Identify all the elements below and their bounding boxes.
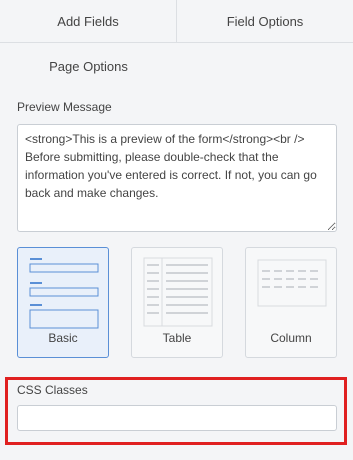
tab-page-options[interactable]: Page Options [0, 44, 177, 88]
layout-basic-label: Basic [48, 331, 78, 345]
tab-add-fields[interactable]: Add Fields [0, 0, 177, 43]
layout-table-option[interactable]: Table [131, 247, 223, 358]
table-layout-icon [143, 257, 213, 327]
preview-message-textarea[interactable]: <strong>This is a preview of the form</s… [17, 124, 337, 232]
basic-layout-icon [29, 258, 99, 329]
layout-column-option[interactable]: Column [245, 247, 337, 358]
tab-field-options[interactable]: Field Options [177, 0, 353, 43]
layout-table-label: Table [162, 331, 192, 345]
column-layout-icon [257, 259, 327, 307]
preview-message-label: Preview Message [17, 100, 112, 114]
layout-column-label: Column [270, 331, 312, 345]
panel-tabs: Add Fields Field Options Page Options [0, 0, 353, 88]
layout-basic-option[interactable]: Basic [17, 247, 109, 358]
css-classes-input[interactable] [17, 405, 337, 431]
css-classes-label: CSS Classes [17, 383, 88, 397]
layout-options: Basic Table Column [17, 247, 337, 358]
